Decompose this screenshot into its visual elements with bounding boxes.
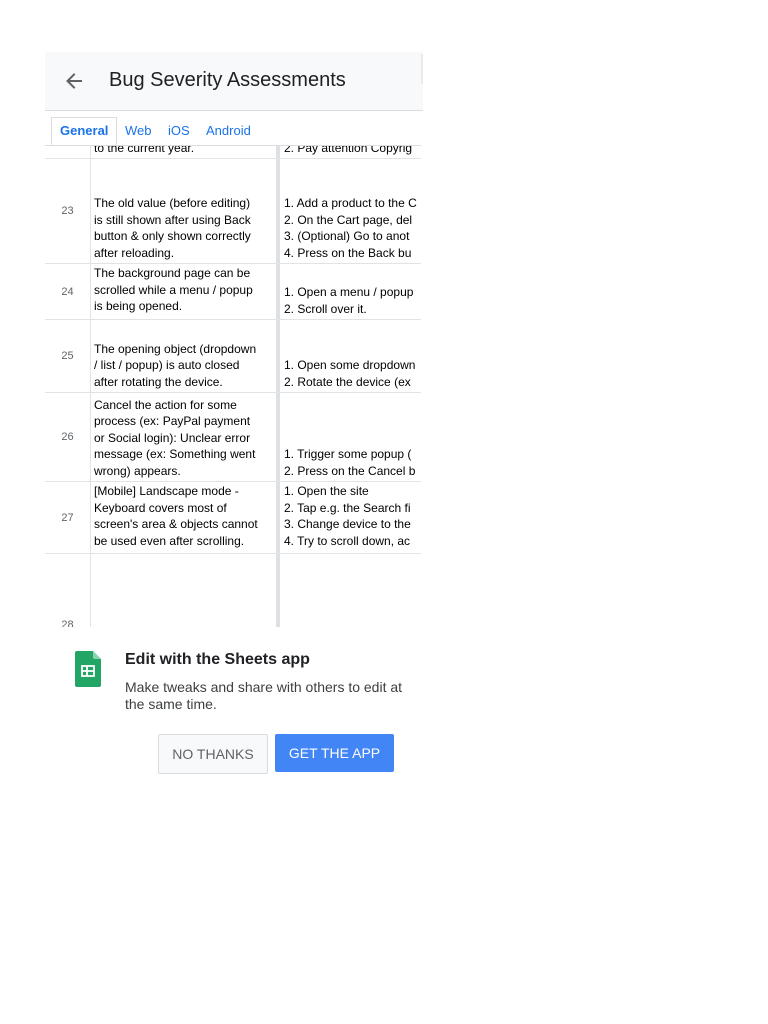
promo-title: Edit with the Sheets app [125, 651, 310, 668]
cell-line: process (ex: PayPal payment [94, 414, 251, 428]
table-row: 27 [Mobile] Landscape mode - Keyboard cove… [45, 482, 421, 554]
no-thanks-button[interactable]: NO THANKS [158, 734, 268, 774]
row-number[interactable]: 26 [45, 393, 90, 481]
tab-general[interactable]: General [51, 117, 118, 146]
cell-description[interactable]: The opening object (dropdown / list / pop… [90, 320, 276, 392]
cell-description[interactable] [90, 554, 276, 627]
table-row: 23 The old value (before editing) is still… [45, 159, 421, 264]
table-row: 28 [45, 554, 421, 627]
cell-steps[interactable]: 1. Open the site 2. Tap e.g. the Search f… [280, 482, 421, 553]
cell-line: 2. Tap e.g. the Search fi [284, 500, 411, 515]
cell-line: be used even after scrolling. [94, 533, 245, 548]
cell-line: 2. Scroll over it. [284, 301, 367, 316]
cell-line: after reloading. [94, 245, 175, 260]
cell-description[interactable]: to the current year. [90, 145, 276, 158]
cell-line: [Mobile] Landscape mode - [94, 484, 239, 498]
cell-line: wrong) appears. [94, 463, 181, 478]
table-row: 24 The background page can be scrolled whi… [45, 264, 421, 320]
cell-steps[interactable] [280, 554, 421, 627]
app-header: Bug Severity Assessments [45, 52, 423, 111]
row-number[interactable]: 27 [45, 482, 90, 553]
cell-line: to the current year. [94, 145, 195, 155]
row-number[interactable]: 25 [45, 320, 90, 392]
row-number[interactable] [45, 146, 90, 158]
cell-line: 1. Add a product to the C [284, 196, 417, 210]
get-the-app-button[interactable]: GET THE APP [275, 734, 394, 772]
cell-description[interactable]: Cancel the action for some process (ex: P… [90, 393, 276, 481]
cell-line: screen's area & objects cannot [94, 517, 258, 531]
cell-line: 2. Press on the Cancel b [284, 463, 416, 478]
table-row: to the current year. 2. Pay attention Cop… [45, 145, 421, 159]
cell-line: or Social login): Unclear error [94, 430, 251, 445]
sheets-app-icon [75, 651, 101, 687]
cell-line: The opening object (dropdown [94, 341, 257, 356]
tab-ios[interactable]: iOS [168, 118, 190, 144]
row-number[interactable]: 28 [45, 554, 90, 627]
cell-line: 2. Rotate the device (ex [284, 374, 411, 389]
cell-description[interactable]: [Mobile] Landscape mode - Keyboard covers… [90, 482, 276, 553]
cell-line: is still shown after using Back [94, 212, 251, 227]
cell-steps[interactable]: 1. Trigger some popup ( 2. Press on the C… [280, 393, 421, 481]
back-button[interactable] [59, 66, 89, 96]
header-divider [421, 54, 423, 84]
cell-line: 3. Change device to the [284, 517, 411, 531]
cell-line: 3. (Optional) Go to anot [284, 229, 410, 243]
tab-web[interactable]: Web [125, 118, 152, 144]
cell-line: 2. On the Cart page, del [284, 212, 413, 227]
cell-line: 2. Pay attention Copyrig [284, 145, 413, 155]
table-row: 26 Cancel the action for some process (ex:… [45, 393, 421, 482]
cell-line: message (ex: Something went [94, 447, 256, 461]
cell-line: / list / popup) is auto closed [94, 358, 240, 372]
cell-line: Cancel the action for some [94, 397, 237, 412]
cell-steps[interactable]: 2. Pay attention Copyrig [280, 145, 421, 158]
cell-steps[interactable]: 1. Open a menu / popup 2. Scroll over it. [280, 264, 421, 319]
cell-line: button & only shown correctly [94, 229, 251, 243]
row-number[interactable]: 24 [45, 264, 90, 319]
cell-line: 1. Open some dropdown [284, 358, 416, 372]
cell-line: 1. Open the site [284, 484, 369, 498]
cell-line: after rotating the device. [94, 374, 223, 389]
cell-steps[interactable]: 1. Open some dropdown 2. Rotate the devic… [280, 320, 421, 392]
cell-line: The old value (before editing) [94, 196, 251, 210]
cell-description[interactable]: The old value (before editing) is still s… [90, 159, 276, 263]
cell-steps[interactable]: 1. Add a product to the C 2. On the Cart … [280, 159, 421, 263]
sheet-tabs: General Web iOS Android [45, 117, 423, 146]
row-number[interactable]: 23 [45, 159, 90, 263]
arrow-left-icon [66, 73, 82, 89]
grid-rows: to the current year. 2. Pay attention Cop… [45, 145, 421, 627]
cell-line: scrolled while a menu / popup [94, 282, 253, 297]
cell-line: Keyboard covers most of [94, 500, 227, 515]
tab-android[interactable]: Android [206, 118, 251, 144]
cell-line: 4. Try to scroll down, ac [284, 533, 411, 548]
cell-description[interactable]: The background page can be scrolled while… [90, 264, 276, 319]
cell-line: 1. Open a menu / popup [284, 285, 414, 299]
promo-text: Make tweaks and share with others to edi… [125, 679, 403, 712]
table-row: 25 The opening object (dropdown / list / p… [45, 320, 421, 393]
page-title: Bug Severity Assessments [109, 69, 346, 91]
cell-line: 4. Press on the Back bu [284, 245, 412, 260]
cell-line: 1. Trigger some popup ( [284, 447, 412, 461]
cell-line: is being opened. [94, 299, 183, 313]
cell-line: The background page can be [94, 266, 251, 280]
spreadsheet-grid[interactable]: to the current year. 2. Pay attention Cop… [45, 145, 421, 627]
